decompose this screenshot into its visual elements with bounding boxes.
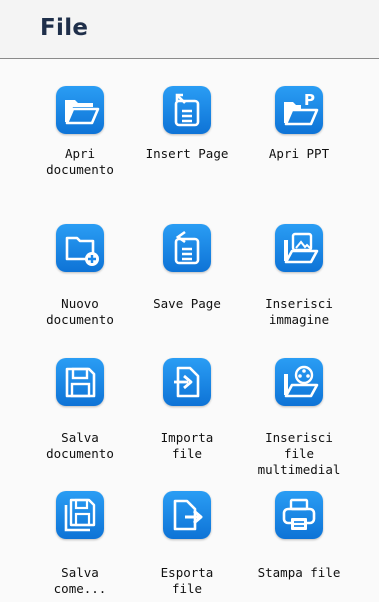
insert-image-button[interactable]: Inserisci immagine <box>240 224 358 344</box>
save-page-button[interactable]: Save Page <box>128 224 246 344</box>
svg-text:P: P <box>304 91 315 109</box>
item-label: Save Page <box>153 296 221 311</box>
file-menu-grid: Apri documento Insert Page P Apri PPT Nu… <box>0 59 379 602</box>
print-icon <box>275 491 323 539</box>
item-label: Inserisci file multimedial <box>257 430 341 477</box>
save-page-icon <box>163 224 211 272</box>
export-file-button[interactable]: Esporta file <box>128 491 246 601</box>
open-ppt-button[interactable]: P Apri PPT <box>240 86 358 206</box>
open-folder-icon <box>56 86 104 134</box>
insert-page-icon <box>163 86 211 134</box>
insert-multimedia-icon <box>275 358 323 406</box>
new-document-icon <box>56 224 104 272</box>
item-label: Apri documento <box>46 146 114 177</box>
print-file-button[interactable]: Stampa file <box>240 491 358 601</box>
insert-multimedia-button[interactable]: Inserisci file multimedial <box>240 358 358 478</box>
item-label: Apri PPT <box>268 146 330 161</box>
save-document-button[interactable]: Salva documento <box>21 358 139 478</box>
new-document-button[interactable]: Nuovo documento <box>21 224 139 344</box>
insert-page-button[interactable]: Insert Page <box>128 86 246 206</box>
save-as-button[interactable]: Salva come... <box>21 491 139 601</box>
save-as-icon <box>56 491 104 539</box>
import-file-button[interactable]: Importa file <box>128 358 246 478</box>
item-label: Salva documento <box>46 430 114 461</box>
item-label: Importa file <box>160 430 214 461</box>
item-label: Salva come... <box>53 565 107 596</box>
header-bar: File <box>0 0 379 59</box>
item-label: Nuovo documento <box>46 296 114 327</box>
item-label: Insert Page <box>145 146 229 161</box>
open-ppt-icon: P <box>275 86 323 134</box>
insert-image-icon <box>275 224 323 272</box>
save-icon <box>56 358 104 406</box>
item-label: Stampa file <box>257 565 341 580</box>
import-file-icon <box>163 358 211 406</box>
item-label: Esporta file <box>160 565 214 596</box>
open-document-button[interactable]: Apri documento <box>21 86 139 206</box>
item-label: Inserisci immagine <box>265 296 333 327</box>
export-file-icon <box>163 491 211 539</box>
page-title: File <box>40 15 89 41</box>
